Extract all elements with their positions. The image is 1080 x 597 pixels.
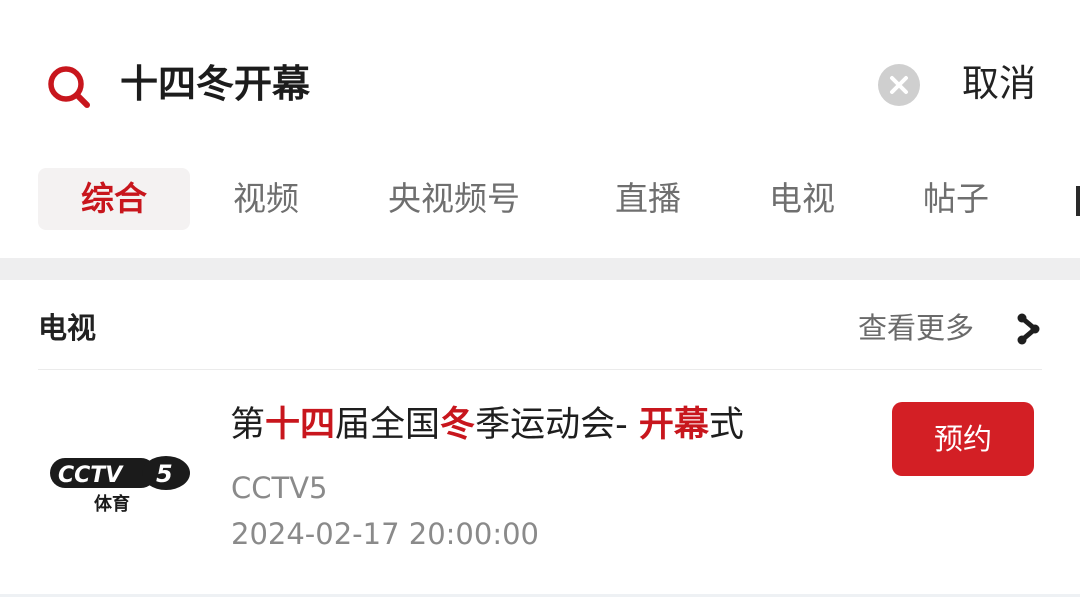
clear-icon — [890, 76, 908, 94]
tab-video[interactable]: 视频 — [233, 168, 299, 230]
cancel-button[interactable]: 取消 — [962, 58, 1036, 110]
tv-section-header: 电视 查看更多 — [0, 280, 1080, 370]
program-card[interactable]: CCTV 5 体育 第十四届全国冬季运动会- 开幕式 CCTV5 2024-02… — [0, 372, 1080, 597]
title-segment: 第 — [230, 405, 266, 445]
search-bar: 十四冬开幕 取消 — [0, 0, 1080, 160]
tab-cctv-channel[interactable]: 央视频号 — [388, 168, 520, 230]
program-title[interactable]: 第十四届全国冬季运动会- 开幕式 — [230, 400, 744, 450]
search-icon — [48, 66, 90, 108]
cctv5-logo: CCTV 5 体育 — [50, 456, 190, 515]
section-divider — [0, 258, 1080, 280]
header-divider — [38, 369, 1042, 370]
title-highlight: 开幕 — [638, 405, 709, 445]
tab-comprehensive[interactable]: 综合 — [38, 168, 190, 230]
tab-posts[interactable]: 帖子 — [923, 168, 989, 230]
clear-button[interactable] — [878, 64, 920, 106]
section-title: 电视 — [38, 311, 97, 345]
tab-overflow-edge — [1076, 186, 1080, 216]
search-input[interactable]: 十四冬开幕 — [120, 58, 310, 110]
svg-text:CCTV: CCTV — [58, 463, 124, 488]
tab-bar: 综合 视频 央视频号 直播 电视 帖子 — [0, 160, 1080, 256]
program-channel: CCTV5 — [231, 471, 328, 505]
title-segment: 季运动会- — [475, 405, 639, 445]
see-more-label: 查看更多 — [858, 311, 975, 345]
title-highlight: 十四 — [265, 405, 336, 445]
tab-tv[interactable]: 电视 — [769, 168, 835, 230]
svg-text:5: 5 — [156, 460, 173, 488]
chevron-right-icon — [1017, 313, 1040, 345]
reserve-button[interactable]: 预约 — [892, 402, 1034, 476]
program-time: 2024-02-17 20:00:00 — [231, 517, 539, 551]
title-segment: 式 — [708, 405, 744, 445]
tab-live[interactable]: 直播 — [615, 168, 681, 230]
svg-text:体育: 体育 — [94, 493, 130, 515]
title-segment: 届全国 — [335, 405, 441, 445]
see-more-link[interactable]: 查看更多 — [858, 308, 1040, 348]
title-highlight: 冬 — [440, 405, 476, 445]
